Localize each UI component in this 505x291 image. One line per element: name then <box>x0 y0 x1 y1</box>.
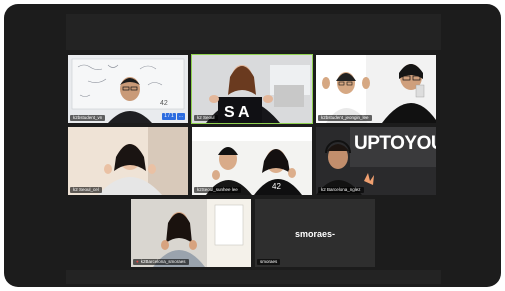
participant-name: k2 Barcelona_nglez <box>318 187 364 193</box>
video-tile-2-active-speaker[interactable]: S A k2 Seoul <box>191 54 313 124</box>
shirt-text: UPTOYOU <box>354 133 436 154</box>
participant-name: k2bstudent_vn <box>70 115 106 121</box>
tile-more-button[interactable]: ... <box>176 113 185 120</box>
svg-text:42: 42 <box>160 100 168 107</box>
meeting-window: 42 k2bstudent_vn 1 / 1 ... S A k2 Seoul … <box>4 4 501 287</box>
participant-video: S A <box>192 55 312 123</box>
participant-video <box>316 55 436 123</box>
top-toolbar <box>66 14 441 50</box>
muted-mic-icon: ● <box>136 259 139 264</box>
participant-video <box>68 127 188 195</box>
video-tile-3[interactable]: k2bstudent_jeongin_lee <box>316 55 436 123</box>
video-tile-4[interactable]: k2 Seoul_cel <box>68 127 188 195</box>
tile-controls: 1 / 1 ... <box>162 113 185 120</box>
video-tile-7[interactable]: ● k2Barcelona_smoraes <box>131 199 251 267</box>
tile-page-indicator[interactable]: 1 / 1 <box>162 113 176 120</box>
participant-video: 42 <box>192 127 312 195</box>
participant-name: smoraes <box>257 259 281 265</box>
video-tile-1[interactable]: 42 k2bstudent_vn 1 / 1 ... <box>68 55 188 123</box>
participant-name: ● k2Barcelona_smoraes <box>133 259 189 265</box>
video-tile-5[interactable]: 42 k2Seoul_sunhee lee <box>192 127 312 195</box>
video-tile-8-camera-off[interactable]: smoraes- smoraes <box>255 199 375 267</box>
tile-badge: 42 <box>272 182 281 191</box>
participant-name: k2 Seoul_cel <box>70 187 102 193</box>
bottom-toolbar <box>66 270 441 284</box>
participant-name: k2bstudent_jeongin_lee <box>318 115 372 121</box>
participant-name: k2Seoul_sunhee lee <box>194 187 241 193</box>
participant-name: k2 Seoul <box>194 115 218 121</box>
participant-video <box>131 199 251 267</box>
svg-text:A: A <box>238 104 250 121</box>
display-name-placeholder: smoraes- <box>294 229 336 239</box>
video-tile-6[interactable]: UPTOYOU k2 Barcelona_nglez <box>316 127 436 195</box>
svg-text:S: S <box>224 104 235 121</box>
